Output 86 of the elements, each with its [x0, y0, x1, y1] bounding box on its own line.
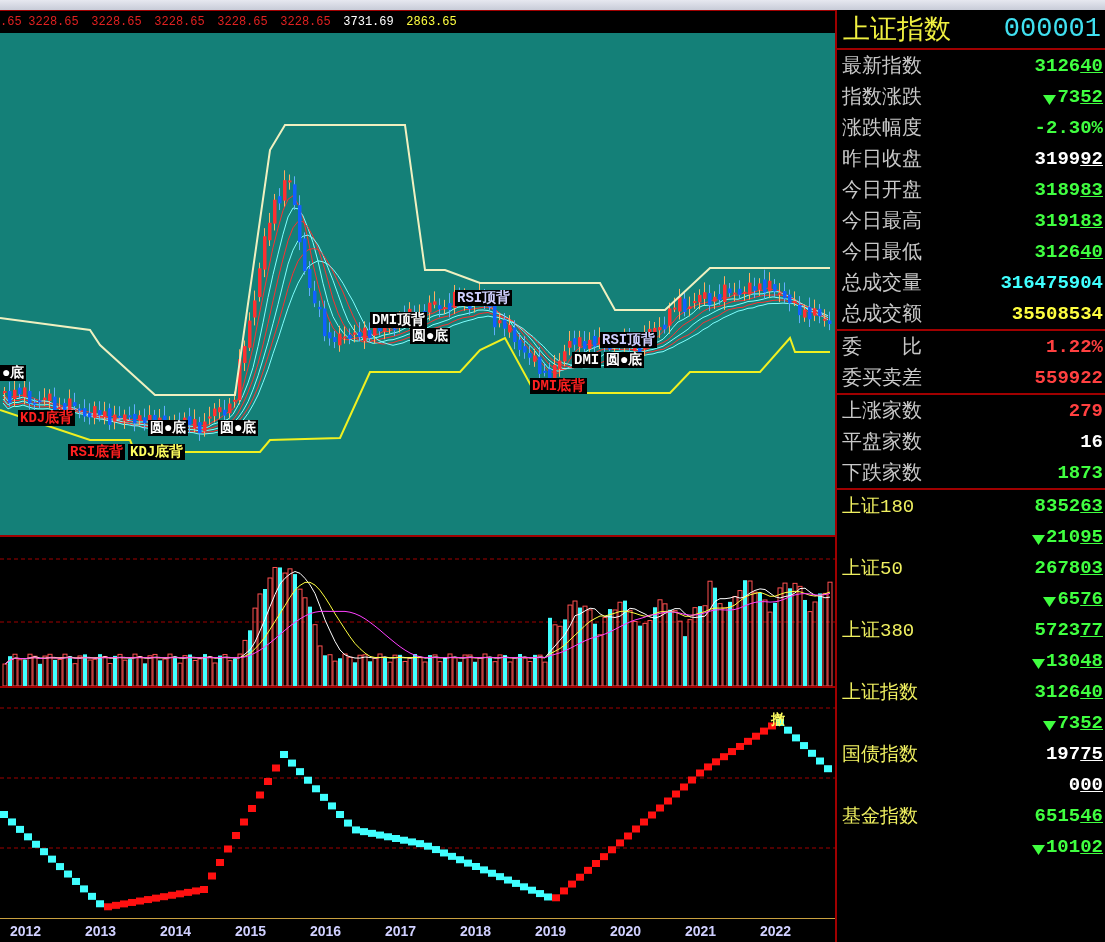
signal-label: DMI	[574, 353, 600, 367]
down-arrow-icon	[1043, 94, 1057, 105]
quote-value: 16	[1080, 430, 1103, 453]
quote-label: 今日开盘	[842, 178, 922, 203]
index-change: 10102	[1045, 835, 1103, 858]
year-label: 2014	[160, 923, 192, 939]
index-name[interactable]: 上证180	[842, 492, 915, 519]
index-name: 上证指数	[843, 14, 951, 47]
quote-value: 1.22%	[1046, 335, 1103, 358]
index-change: 7352	[1057, 711, 1103, 734]
index-name[interactable]: 国债指数	[842, 740, 918, 767]
index-code: 000001	[1003, 14, 1101, 44]
year-label: 2018	[460, 923, 492, 939]
index-price: 651546	[1034, 804, 1103, 827]
signal-label: KDJ底背	[130, 445, 184, 459]
signal-label: 圆●底	[220, 421, 257, 435]
price-label: 2863.65	[405, 15, 458, 29]
year-label: 2019	[535, 923, 567, 939]
index-price: 572377	[1034, 618, 1103, 641]
signal-label: KDJ底背	[20, 411, 74, 425]
quote-value: 559922	[1034, 366, 1103, 389]
quote-value: 312640	[1034, 54, 1103, 77]
quote-label: 总成交额	[842, 302, 922, 327]
price-label: 3228.65	[153, 15, 206, 29]
quote-label: 总成交量	[842, 271, 922, 296]
index-name[interactable]: 上证50	[842, 554, 903, 581]
quote-value: 35508534	[1011, 302, 1103, 325]
price-label: 3228.65	[216, 15, 269, 29]
quote-label: 今日最高	[842, 209, 922, 234]
signal-label: DMI底背	[532, 379, 586, 393]
price-label: 3228.65	[279, 15, 332, 29]
quote-label: 委买卖差	[842, 366, 922, 391]
index-change: 21095	[1045, 525, 1103, 548]
year-label: 2015	[235, 923, 267, 939]
quote-value: 312640	[1034, 240, 1103, 263]
quote-label: 委 比	[842, 335, 922, 360]
quote-label: 平盘家数	[842, 430, 922, 455]
quote-value: 316475904	[1000, 271, 1103, 294]
signal-label: 圆●底	[606, 353, 643, 367]
year-label: 2021	[685, 923, 717, 939]
index-price: 267803	[1034, 556, 1103, 579]
quote-label: 上涨家数	[842, 399, 922, 424]
year-label: 2022	[760, 923, 792, 939]
quote-label: 指数涨跌	[842, 85, 922, 110]
quote-value: 319183	[1034, 209, 1103, 232]
quote-label: 今日最低	[842, 240, 922, 265]
year-label: 2013	[85, 923, 117, 939]
index-name[interactable]: 基金指数	[842, 802, 918, 829]
signal-label: DMI顶背	[372, 313, 426, 327]
quote-value: 7352	[1057, 85, 1103, 108]
index-price: 835263	[1034, 494, 1103, 517]
signal-label: 圆●底	[150, 421, 187, 435]
down-arrow-icon	[1043, 596, 1057, 607]
down-arrow-icon	[1043, 720, 1057, 731]
year-label: 2016	[310, 923, 342, 939]
signal-label: RSI顶背	[457, 291, 511, 305]
price-label: .65	[0, 15, 22, 29]
index-price: 19775	[1045, 742, 1103, 765]
index-change: 000	[1068, 773, 1103, 796]
signal-label: RSI底背	[70, 445, 124, 459]
index-name[interactable]: 上证380	[842, 616, 915, 643]
quote-label: 昨日收盘	[842, 147, 922, 172]
down-arrow-icon	[1031, 534, 1045, 545]
index-change: 6576	[1057, 587, 1103, 610]
quote-value: 279	[1068, 399, 1103, 422]
index-price: 312640	[1034, 680, 1103, 703]
price-label: 3731.69	[342, 15, 395, 29]
down-arrow-icon	[1031, 844, 1045, 855]
quote-value: 318983	[1034, 178, 1103, 201]
signal-label: RSI顶背	[602, 333, 656, 347]
quote-value: -2.30%	[1034, 116, 1103, 139]
price-label: 3228.65	[27, 15, 80, 29]
year-label: 2012	[10, 923, 42, 939]
year-label: 2020	[610, 923, 642, 939]
index-change: 13048	[1045, 649, 1103, 672]
year-label: 2017	[385, 923, 417, 939]
quote-value: 319992	[1034, 147, 1103, 170]
quote-value: 1873	[1057, 461, 1103, 484]
signal-label: ●底	[2, 366, 25, 380]
quote-label: 下跌家数	[842, 461, 922, 486]
price-label: 3228.65	[90, 15, 143, 29]
signal-label: 圆●底	[412, 329, 449, 343]
quote-label: 涨跌幅度	[842, 116, 922, 141]
index-name[interactable]: 上证指数	[842, 678, 918, 705]
quote-label: 最新指数	[842, 54, 922, 79]
down-arrow-icon	[1031, 658, 1045, 669]
